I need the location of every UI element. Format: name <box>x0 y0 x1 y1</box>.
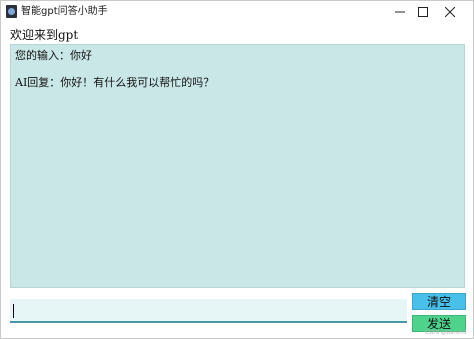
title-bar[interactable]: 智能gpt问答小助手 <box>1 1 473 23</box>
close-icon <box>445 7 455 17</box>
watermark: CSDN @Wanshi1 <box>424 330 467 336</box>
text-caret <box>13 304 14 318</box>
app-window: 智能gpt问答小助手 欢迎来到gpt 您的输入：你好 AI回复：你好！有什么我可… <box>0 0 474 339</box>
chat-user-message: 您的输入：你好 <box>15 49 92 62</box>
chat-output-area[interactable]: 您的输入：你好 AI回复：你好！有什么我可以帮忙的吗？ <box>10 44 465 288</box>
close-button[interactable] <box>427 1 473 23</box>
app-icon <box>6 5 17 18</box>
welcome-label: 欢迎来到gpt <box>10 28 79 42</box>
window-title: 智能gpt问答小助手 <box>21 6 108 17</box>
clear-button[interactable]: 清空 <box>412 293 466 310</box>
message-input[interactable] <box>10 299 407 323</box>
chat-ai-reply: AI回复：你好！有什么我可以帮忙的吗？ <box>15 76 215 89</box>
